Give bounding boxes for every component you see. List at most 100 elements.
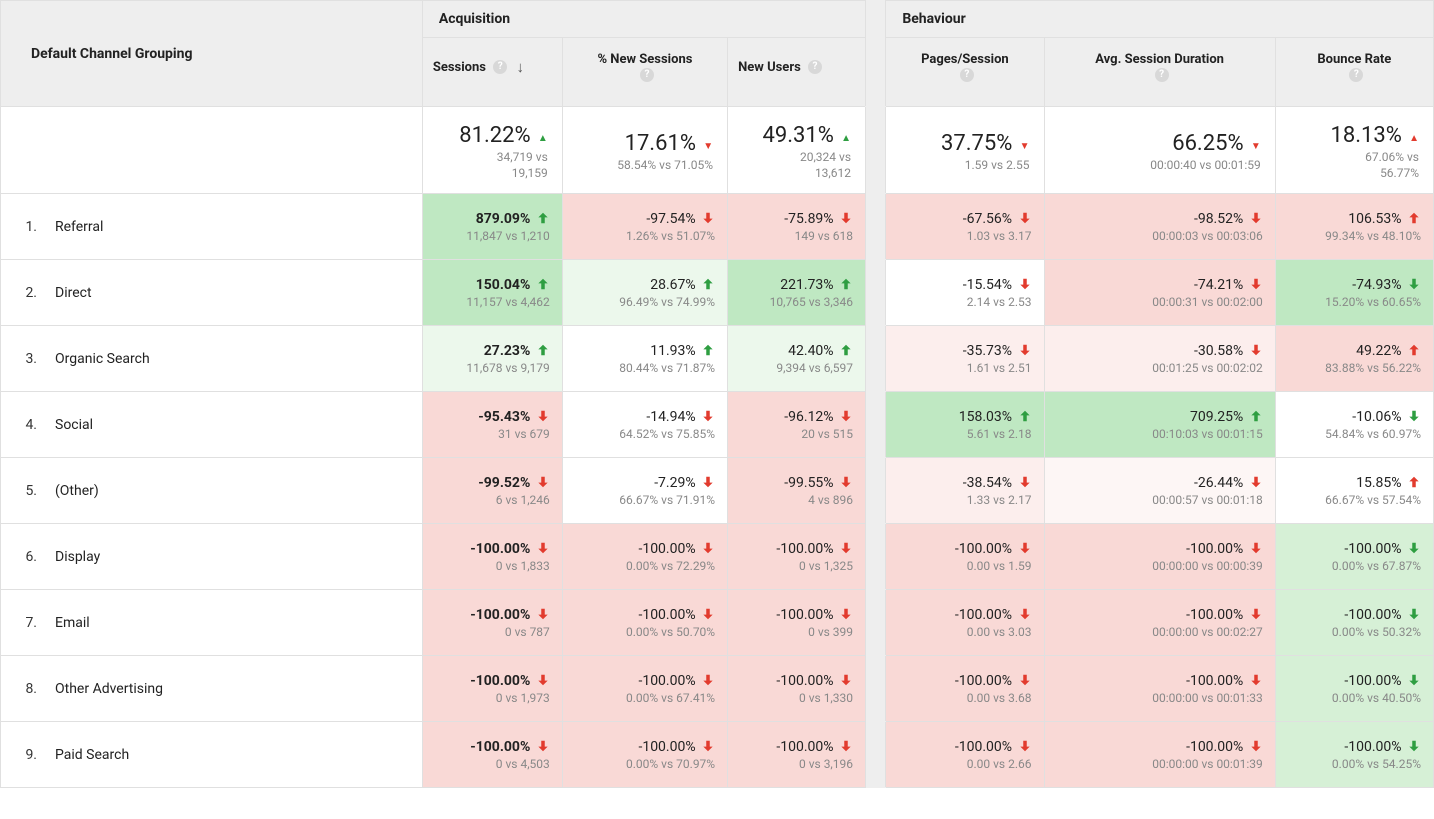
metric-asd: -30.58% 00:01:25 vs 00:02:02: [1044, 326, 1275, 392]
trend-up-icon: [1405, 475, 1421, 491]
metric-sessions: -99.52% 6 vs 1,246: [422, 458, 562, 524]
trend-down-icon: [1016, 673, 1032, 689]
trend-down-icon: [1405, 541, 1421, 557]
metric-new_users: -96.12% 20 vs 515: [728, 392, 866, 458]
metric-sessions: -100.00% 0 vs 1,833: [422, 524, 562, 590]
trend-down-icon: [1247, 475, 1263, 491]
metric-bounce: 106.53% 99.34% vs 48.10%: [1275, 194, 1433, 260]
help-icon[interactable]: ?: [1155, 68, 1169, 82]
col-sessions[interactable]: Sessions ? ↓: [422, 38, 562, 107]
dimension-cell[interactable]: 4.Social: [1, 392, 423, 458]
dimension-cell[interactable]: 6.Display: [1, 524, 423, 590]
dimension-cell[interactable]: 5.(Other): [1, 458, 423, 524]
trend-down-icon: [1247, 541, 1263, 557]
col-avg-session-duration[interactable]: Avg. Session Duration ?: [1044, 38, 1275, 107]
trend-down-icon: [1247, 607, 1263, 623]
table-row[interactable]: 2.Direct150.04% 11,157 vs 4,46228.67% 96…: [1, 260, 1434, 326]
metric-sessions: -100.00% 0 vs 787: [422, 590, 562, 656]
metric-sessions: 879.09% 11,847 vs 1,210: [422, 194, 562, 260]
trend-down-icon: [837, 673, 853, 689]
metric-new_users: 42.40% 9,394 vs 6,597: [728, 326, 866, 392]
help-icon[interactable]: ?: [960, 68, 974, 82]
trend-down-icon: [1247, 277, 1263, 293]
summary-pps: 37.75% 1.59 vs 2.55: [886, 107, 1044, 194]
trend-up-icon: [837, 343, 853, 359]
table-row[interactable]: 9.Paid Search-100.00% 0 vs 4,503 -100.00%…: [1, 722, 1434, 788]
trend-down-icon: [534, 673, 550, 689]
trend-up-icon: [1409, 132, 1419, 146]
metric-bounce: -100.00% 0.00% vs 67.87%: [1275, 524, 1433, 590]
dimension-cell[interactable]: 2.Direct: [1, 260, 423, 326]
metric-bounce: -10.06% 54.84% vs 60.97%: [1275, 392, 1433, 458]
trend-down-icon: [1016, 277, 1032, 293]
trend-down-icon: [837, 541, 853, 557]
channel-name: Direct: [55, 285, 92, 301]
metric-sessions: -100.00% 0 vs 1,973: [422, 656, 562, 722]
metric-asd: -100.00% 00:00:00 vs 00:02:27: [1044, 590, 1275, 656]
metric-pps: -67.56% 1.03 vs 3.17: [886, 194, 1044, 260]
metric-new_users: 221.73% 10,765 vs 3,346: [728, 260, 866, 326]
trend-down-icon: [837, 211, 853, 227]
trend-down-icon: [703, 140, 713, 154]
metric-asd: -98.52% 00:00:03 vs 00:03:06: [1044, 194, 1275, 260]
trend-down-icon: [1016, 541, 1032, 557]
metric-new_sess: 11.93% 80.44% vs 71.87%: [562, 326, 727, 392]
trend-down-icon: [534, 475, 550, 491]
table-row[interactable]: 4.Social-95.43% 31 vs 679-14.94% 64.52% …: [1, 392, 1434, 458]
help-icon[interactable]: ?: [493, 60, 507, 74]
trend-down-icon: [534, 541, 550, 557]
trend-down-icon: [1016, 343, 1032, 359]
trend-down-icon: [1405, 739, 1421, 755]
table-row[interactable]: 8.Other Advertising-100.00% 0 vs 1,973 -1…: [1, 656, 1434, 722]
metric-asd: -74.21% 00:00:31 vs 00:02:00: [1044, 260, 1275, 326]
trend-down-icon: [1247, 343, 1263, 359]
metric-sessions: -100.00% 0 vs 4,503: [422, 722, 562, 788]
dimension-cell[interactable]: 1.Referral: [1, 194, 423, 260]
metric-pps: -100.00% 0.00 vs 2.66: [886, 722, 1044, 788]
trend-down-icon: [837, 607, 853, 623]
trend-down-icon: [534, 607, 550, 623]
col-new-sessions[interactable]: % New Sessions ?: [562, 38, 727, 107]
table-row[interactable]: 7.Email-100.00% 0 vs 787-100.00% 0.00% v…: [1, 590, 1434, 656]
trend-up-icon: [1405, 343, 1421, 359]
trend-down-icon: [1247, 739, 1263, 755]
trend-up-icon: [534, 277, 550, 293]
metric-new_sess: 28.67% 96.49% vs 74.99%: [562, 260, 727, 326]
trend-down-icon: [837, 739, 853, 755]
table-row[interactable]: 3.Organic Search27.23% 11,678 vs 9,17911…: [1, 326, 1434, 392]
trend-down-icon: [1016, 739, 1032, 755]
help-icon[interactable]: ?: [1349, 68, 1363, 82]
trend-down-icon: [1016, 211, 1032, 227]
trend-down-icon: [1405, 277, 1421, 293]
metric-bounce: -100.00% 0.00% vs 54.25%: [1275, 722, 1433, 788]
table-row[interactable]: 5.(Other)-99.52% 6 vs 1,246-7.29% 66.67%…: [1, 458, 1434, 524]
channel-name: Email: [55, 615, 90, 631]
help-icon[interactable]: ?: [808, 60, 822, 74]
trend-down-icon: [699, 607, 715, 623]
trend-up-icon: [1016, 409, 1032, 425]
dimension-cell[interactable]: 7.Email: [1, 590, 423, 656]
help-icon[interactable]: ?: [640, 68, 654, 82]
metric-asd: -100.00% 00:00:00 vs 00:01:39: [1044, 722, 1275, 788]
metric-new_users: -99.55% 4 vs 896: [728, 458, 866, 524]
col-bounce-rate[interactable]: Bounce Rate ?: [1275, 38, 1433, 107]
dimension-header[interactable]: Default Channel Grouping: [1, 1, 423, 107]
col-new-users[interactable]: New Users ?: [728, 38, 866, 107]
trend-down-icon: [1247, 211, 1263, 227]
trend-up-icon: [699, 343, 715, 359]
summary-sessions: 81.22% 34,719 vs19,159: [422, 107, 562, 194]
trend-down-icon: [699, 739, 715, 755]
trend-down-icon: [1405, 607, 1421, 623]
metric-bounce: -100.00% 0.00% vs 40.50%: [1275, 656, 1433, 722]
dimension-cell[interactable]: 9.Paid Search: [1, 722, 423, 788]
trend-down-icon: [699, 673, 715, 689]
table-row[interactable]: 6.Display-100.00% 0 vs 1,833 -100.00% 0.0…: [1, 524, 1434, 590]
table-row[interactable]: 1.Referral879.09% 11,847 vs 1,210-97.54%…: [1, 194, 1434, 260]
dimension-cell[interactable]: 3.Organic Search: [1, 326, 423, 392]
channel-name: (Other): [55, 483, 99, 499]
dimension-cell[interactable]: 8.Other Advertising: [1, 656, 423, 722]
col-pages-session[interactable]: Pages/Session ?: [886, 38, 1044, 107]
metric-new_sess: -100.00% 0.00% vs 50.70%: [562, 590, 727, 656]
trend-down-icon: [1016, 475, 1032, 491]
trend-down-icon: [1251, 140, 1261, 154]
